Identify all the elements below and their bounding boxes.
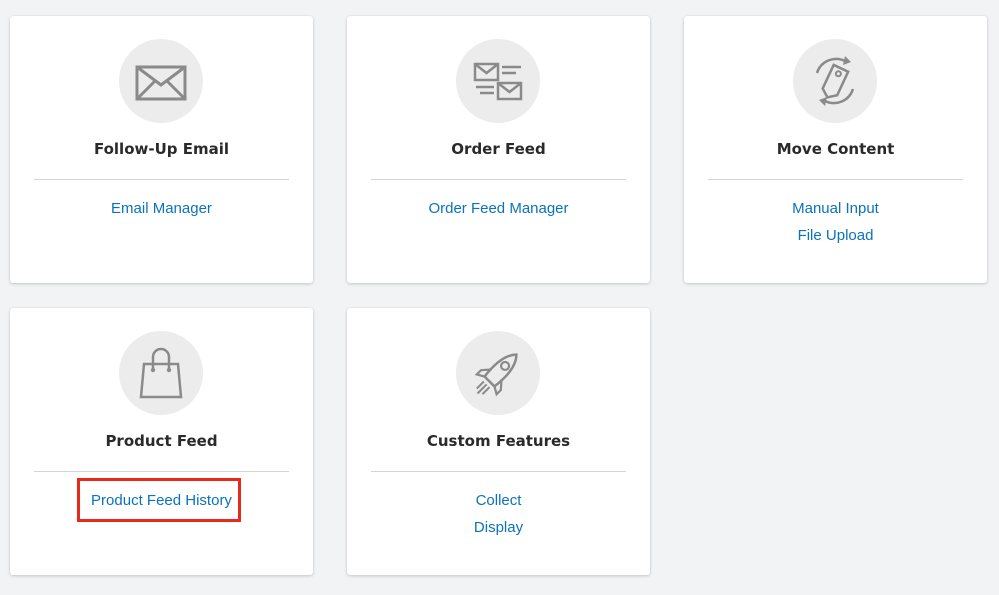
card-title: Move Content [776,140,895,158]
email-manager-link[interactable]: Email Manager [10,199,313,219]
card-order-feed: Order Feed Order Feed Manager [347,16,650,283]
order-feed-manager-link[interactable]: Order Feed Manager [347,199,650,219]
rocket-icon [456,331,540,415]
order-feed-icon [456,39,540,123]
move-tag-icon [793,39,877,123]
collect-link[interactable]: Collect [347,491,650,511]
card-follow-up-email: Follow-Up Email Email Manager [10,16,313,283]
highlight-annotation [77,478,241,522]
card-title: Product Feed [105,432,218,450]
divider [34,471,289,472]
divider [708,179,963,180]
envelope-icon [119,39,203,123]
manual-input-link[interactable]: Manual Input [684,199,987,219]
card-title: Order Feed [451,140,546,158]
divider [34,179,289,180]
card-custom-features: Custom Features Collect Display [347,308,650,575]
card-product-feed: Product Feed Product Feed History [10,308,313,575]
display-link[interactable]: Display [347,518,650,538]
card-title: Custom Features [426,432,571,450]
divider [371,471,626,472]
card-title: Follow-Up Email [93,140,230,158]
divider [371,179,626,180]
shopping-bag-icon [119,331,203,415]
file-upload-link[interactable]: File Upload [684,226,987,246]
card-move-content: Move Content Manual Input File Upload [684,16,987,283]
